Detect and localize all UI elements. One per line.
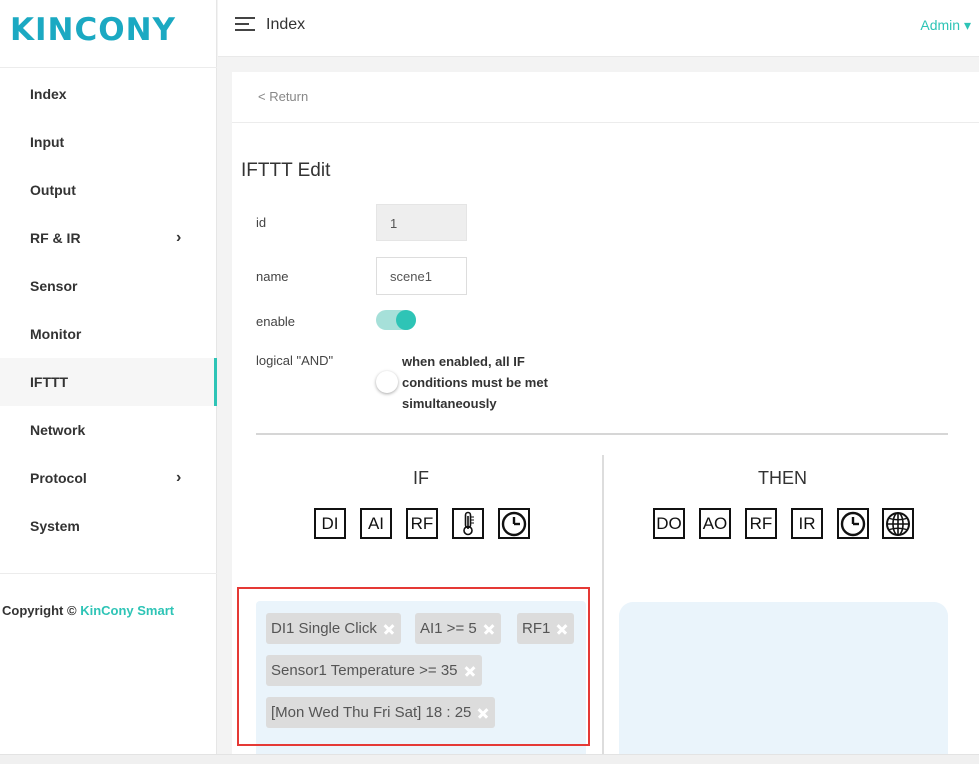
scrollbar[interactable] <box>0 754 979 764</box>
logical-and-label: logical "AND" <box>256 353 334 368</box>
brand-logo[interactable]: KINCONY <box>10 12 176 48</box>
column-divider <box>602 455 604 764</box>
divider <box>0 67 217 68</box>
then-do-button[interactable]: DO <box>653 508 685 539</box>
name-label: name <box>256 269 289 284</box>
sidebar: KINCONY Index Input Output RF & IR › Sen… <box>0 0 217 764</box>
top-bar: Index Admin ▾ <box>218 0 979 57</box>
sidebar-item-label: Monitor <box>30 326 82 342</box>
globe-icon[interactable] <box>882 508 914 539</box>
then-title: THEN <box>758 468 807 488</box>
sidebar-item-system[interactable]: System <box>0 502 217 550</box>
return-link[interactable]: < Return <box>258 89 308 104</box>
then-ao-button[interactable]: AO <box>699 508 731 539</box>
then-rf-button[interactable]: RF <box>745 508 777 539</box>
then-actions-zone[interactable] <box>619 602 948 764</box>
copyright-text: Copyright © <box>2 603 77 618</box>
logical-and-hint: when enabled, all IF conditions must be … <box>402 354 548 411</box>
copyright: Copyright © KinCony Smart <box>2 603 174 618</box>
if-di-button[interactable]: DI <box>314 508 346 539</box>
sidebar-item-label: Sensor <box>30 278 78 294</box>
if-title: IF <box>413 468 429 488</box>
sidebar-item-rf-ir[interactable]: RF & IR › <box>0 214 217 262</box>
clock-icon[interactable] <box>498 508 530 539</box>
divider <box>232 122 979 123</box>
sidebar-item-label: RF & IR <box>30 230 81 246</box>
sidebar-item-label: Input <box>30 134 65 150</box>
breadcrumb: Index <box>266 16 306 33</box>
sidebar-item-monitor[interactable]: Monitor <box>0 310 217 358</box>
name-field[interactable]: scene1 <box>376 257 467 295</box>
sidebar-item-ifttt[interactable]: IFTTT <box>0 358 217 406</box>
sidebar-item-output[interactable]: Output <box>0 166 217 214</box>
menu-icon[interactable] <box>235 17 255 31</box>
sidebar-item-protocol[interactable]: Protocol › <box>0 454 217 502</box>
clock-icon[interactable] <box>837 508 869 539</box>
sidebar-item-network[interactable]: Network <box>0 406 217 454</box>
enable-label: enable <box>256 314 296 329</box>
user-menu[interactable]: Admin ▾ <box>920 17 971 34</box>
if-rf-button[interactable]: RF <box>406 508 438 539</box>
chevron-right-icon: › <box>176 469 182 486</box>
divider <box>256 433 948 435</box>
divider <box>0 573 217 574</box>
sidebar-item-label: Index <box>30 86 67 102</box>
sidebar-item-label: System <box>30 518 80 534</box>
sidebar-item-input[interactable]: Input <box>0 118 217 166</box>
thermometer-icon[interactable] <box>452 508 484 539</box>
highlight-box <box>237 587 590 746</box>
if-ai-button[interactable]: AI <box>360 508 392 539</box>
copyright-link[interactable]: KinCony Smart <box>80 603 174 618</box>
chevron-right-icon: › <box>176 229 182 246</box>
sidebar-item-sensor[interactable]: Sensor <box>0 262 217 310</box>
page-title: IFTTT Edit <box>241 160 331 181</box>
enable-toggle[interactable] <box>376 310 416 330</box>
sidebar-item-label: Network <box>30 422 86 438</box>
sidebar-item-label: Output <box>30 182 76 198</box>
sidebar-item-label: IFTTT <box>30 374 69 390</box>
id-field: 1 <box>376 204 467 241</box>
then-ir-button[interactable]: IR <box>791 508 823 539</box>
sidebar-item-label: Protocol <box>30 470 87 486</box>
sidebar-item-index[interactable]: Index <box>0 70 217 118</box>
id-label: id <box>256 215 267 230</box>
